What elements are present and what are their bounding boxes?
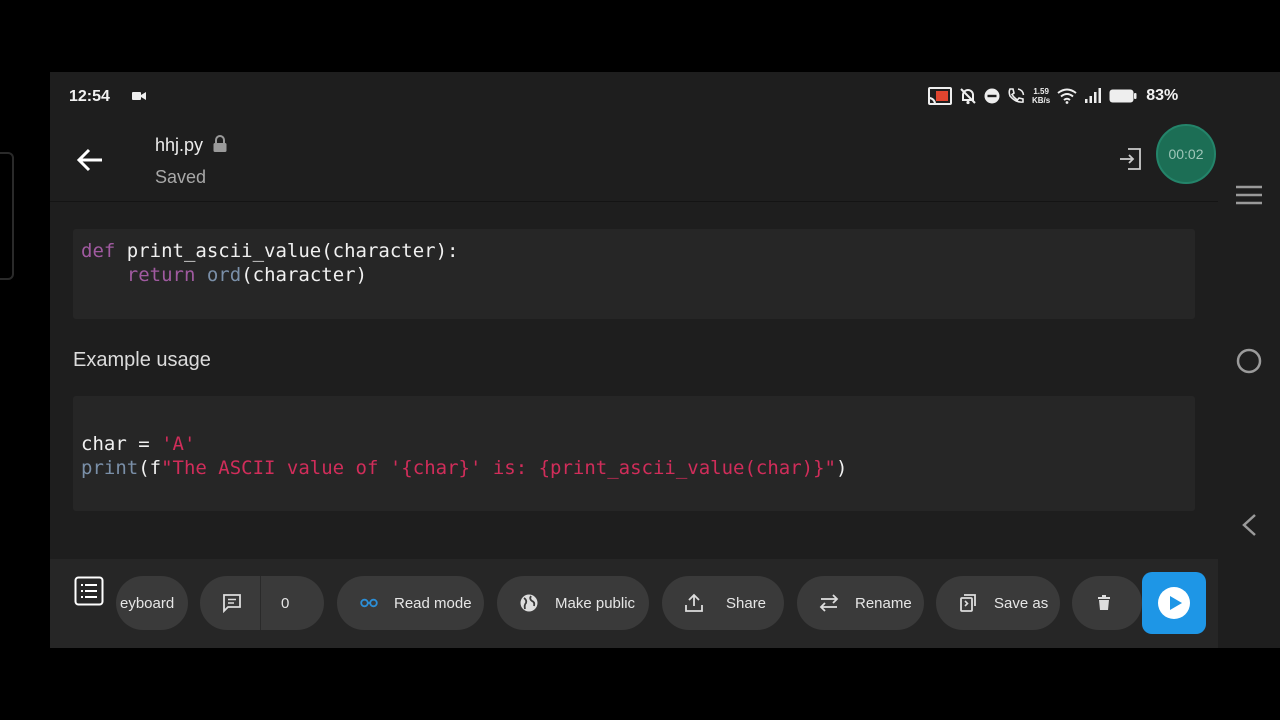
bottom-toolbar: eyboard 0 Read mode Make public Share Re… — [50, 559, 1218, 648]
keyboard-button[interactable]: eyboard — [116, 576, 188, 630]
rename-label: Rename — [855, 594, 912, 612]
wifi-icon — [1057, 88, 1077, 104]
code-block[interactable]: char = 'A' print(f"The ASCII value of '{… — [73, 396, 1195, 511]
code-builtin: print — [81, 457, 139, 479]
status-icons: 1.59 KB/s 83% — [928, 86, 1178, 106]
save-as-label: Save as — [994, 594, 1049, 612]
read-mode-label: Read mode — [394, 594, 472, 612]
code-string: "The ASCII value of '{char}' is: {print_… — [161, 457, 836, 479]
battery-percentage: 83% — [1146, 87, 1179, 104]
system-nav-bar — [1218, 72, 1280, 648]
exit-fullscreen-icon[interactable] — [1118, 147, 1142, 171]
status-time: 12:54 — [69, 88, 110, 105]
trash-icon — [1098, 595, 1110, 610]
recording-timer[interactable]: 00:02 — [1156, 124, 1216, 184]
code-builtin: ord — [206, 264, 242, 286]
run-button[interactable] — [1142, 572, 1206, 634]
globe-icon — [520, 594, 538, 612]
share-button[interactable]: Share — [662, 576, 784, 630]
chip-divider — [260, 576, 261, 630]
comment-count: 0 — [281, 594, 290, 612]
status-bar: 12:54 1.59 KB/s 83% — [50, 72, 1218, 118]
video-camera-icon — [132, 92, 146, 100]
network-speed-value: 1.59 — [1033, 87, 1049, 96]
code-text: char = — [81, 433, 162, 455]
comment-icon — [223, 594, 241, 613]
keyboard-label: eyboard — [120, 594, 175, 612]
battery-icon — [1109, 89, 1137, 103]
code-string: 'A' — [161, 433, 196, 455]
delete-button[interactable] — [1072, 576, 1142, 630]
side-edge-handle — [0, 152, 14, 280]
code-text: (f — [138, 457, 162, 479]
wifi-calling-icon — [1008, 88, 1025, 103]
share-icon — [685, 593, 703, 612]
code-block[interactable]: def print_ascii_value(character): return… — [73, 229, 1195, 319]
mute-bell-icon — [960, 88, 976, 105]
code-keyword: return — [126, 264, 196, 286]
cast-icon — [928, 87, 952, 105]
home-circle-icon[interactable] — [1236, 348, 1262, 374]
swap-arrows-icon — [819, 594, 839, 612]
signal-icon — [1085, 88, 1102, 103]
save-status: Saved — [155, 167, 207, 187]
glasses-icon — [360, 598, 378, 608]
read-mode-button[interactable]: Read mode — [337, 576, 484, 630]
back-arrow-icon[interactable] — [74, 144, 106, 176]
list-menu-icon[interactable] — [74, 576, 104, 606]
share-label: Share — [726, 594, 767, 612]
make-public-label: Make public — [555, 594, 636, 612]
recent-apps-icon[interactable] — [1236, 185, 1262, 205]
make-public-button[interactable]: Make public — [497, 576, 649, 630]
comments-button[interactable]: 0 — [200, 576, 324, 630]
play-icon — [1158, 587, 1190, 619]
file-name: hhj.py — [155, 135, 204, 155]
rename-button[interactable]: Rename — [797, 576, 924, 630]
code-keyword: def — [81, 240, 116, 262]
app-bar: hhj.py Saved 00:02 — [50, 118, 1218, 202]
save-as-button[interactable]: Save as — [936, 576, 1060, 630]
network-speed: 1.59 KB/s — [1032, 87, 1050, 105]
code-text: print_ascii_value(character): — [115, 240, 459, 262]
lock-icon — [213, 135, 227, 152]
section-heading: Example usage — [73, 349, 211, 371]
nav-back-icon[interactable] — [1240, 513, 1258, 537]
phone-screen: 12:54 1.59 KB/s 83% hhj.py Saved 00:02 d… — [50, 72, 1280, 648]
network-speed-unit: KB/s — [1032, 96, 1051, 105]
code-text: (character) — [241, 264, 368, 286]
code-text: ) — [836, 457, 848, 479]
recording-timer-text: 00:02 — [1168, 146, 1204, 162]
copy-file-icon — [960, 594, 976, 612]
editor-content[interactable]: def print_ascii_value(character): return… — [50, 203, 1218, 559]
do-not-disturb-icon — [984, 88, 1000, 104]
